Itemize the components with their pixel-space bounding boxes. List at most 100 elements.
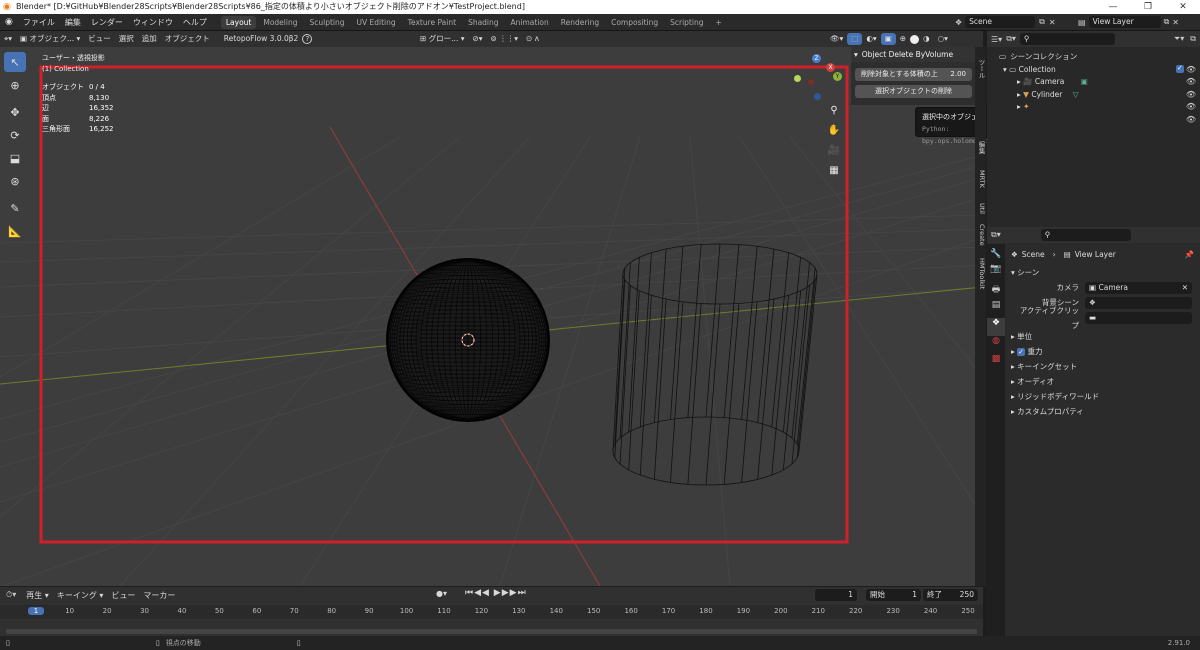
viewport-menu-select[interactable]: 選択 bbox=[115, 31, 138, 47]
current-frame-field[interactable]: 1 bbox=[815, 589, 857, 601]
scale-tool-icon[interactable]: ⬓ bbox=[4, 148, 26, 168]
shading-rendered-icon[interactable]: ○▾ bbox=[934, 31, 952, 47]
tab-texture-paint[interactable]: Texture Paint bbox=[403, 16, 461, 29]
camera-view-icon[interactable]: 🎥 bbox=[826, 145, 842, 165]
new-collection-icon[interactable]: ⧉ bbox=[1190, 34, 1196, 44]
scene-selector[interactable]: Scene bbox=[965, 16, 1036, 28]
timeline-menu-keying[interactable]: キーイング ▾ bbox=[57, 590, 104, 601]
eye-icon[interactable]: 👁 bbox=[1186, 89, 1196, 102]
move-tool-icon[interactable]: ✥ bbox=[4, 102, 26, 122]
timeline-ruler[interactable]: 1 10 20 30 40 50 60 70 80 90 100 110 120 130 140 150 160… bbox=[0, 605, 983, 619]
render-props-icon[interactable]: 📷 bbox=[987, 264, 1005, 282]
panel-collapse-icon[interactable]: ▾ bbox=[854, 50, 858, 59]
sidebar-tab-hmtoolkit[interactable]: HMToolkit bbox=[975, 253, 986, 295]
output-props-icon[interactable]: 🖶 bbox=[987, 282, 1005, 300]
rigid-body-panel-header[interactable]: ▸ リジッドボディワールド bbox=[987, 389, 1200, 404]
overlay-toggle-icon[interactable]: ◐▾ bbox=[862, 31, 880, 47]
audio-panel-header[interactable]: ▸ オーディオ bbox=[987, 374, 1200, 389]
outliner-search-input[interactable]: ⚲ bbox=[1019, 33, 1115, 45]
blender-menu-icon[interactable]: ◉ bbox=[0, 17, 18, 27]
timeline-scrollbar[interactable] bbox=[6, 629, 977, 634]
transform-orientation-selector[interactable]: ⊞ グロー... ▾ bbox=[416, 31, 468, 47]
view-layer-selector[interactable]: View Layer bbox=[1088, 16, 1161, 28]
maximize-button[interactable]: ❐ bbox=[1131, 0, 1165, 14]
texture-props-icon[interactable]: ▩ bbox=[987, 354, 1005, 372]
new-scene-icon[interactable]: ⧉ bbox=[1039, 17, 1045, 27]
world-props-icon[interactable]: ◍ bbox=[987, 336, 1005, 354]
pivot-icon[interactable]: ⊘▾ bbox=[468, 31, 486, 47]
viewport-menu-add[interactable]: 追加 bbox=[138, 31, 161, 47]
outliner-item-sphere[interactable]: 👁 bbox=[987, 114, 1200, 127]
delete-view-layer-icon[interactable]: ✕ bbox=[1172, 18, 1179, 27]
timeline-menu-view[interactable]: ビュー bbox=[111, 590, 135, 601]
properties-editor-icon[interactable]: ⧉▾ bbox=[991, 230, 1001, 240]
pin-icon[interactable]: 📌 bbox=[1185, 250, 1194, 259]
units-panel-header[interactable]: ▸ 単位 bbox=[987, 329, 1200, 344]
gizmo-y-axis[interactable]: Y bbox=[833, 72, 842, 81]
viewport-menu-object[interactable]: オブジェクト bbox=[161, 31, 214, 47]
gizmo-x-axis[interactable]: X bbox=[826, 63, 835, 72]
tab-animation[interactable]: Animation bbox=[506, 16, 554, 29]
menu-render[interactable]: レンダー bbox=[86, 14, 128, 31]
sidebar-tab-util[interactable]: Util bbox=[975, 197, 986, 219]
rotate-tool-icon[interactable]: ⟳ bbox=[4, 125, 26, 145]
measure-tool-icon[interactable]: 📐 bbox=[4, 221, 26, 241]
timeline-playhead[interactable]: 1 bbox=[28, 607, 44, 615]
eye-icon[interactable]: 👁 bbox=[1186, 64, 1196, 77]
volume-threshold-field[interactable]: 削除対象とする体積の上 2.00 bbox=[855, 68, 972, 81]
outliner-item-camera[interactable]: ▸ 🎥 Camera ▣ 👁 bbox=[987, 76, 1200, 89]
zoom-icon[interactable]: ⚲ bbox=[826, 105, 842, 125]
scene-panel-header[interactable]: ▾ シーン bbox=[987, 265, 1200, 280]
menu-edit[interactable]: 編集 bbox=[60, 14, 86, 31]
eye-icon[interactable]: 👁 bbox=[1186, 114, 1196, 127]
timeline-editor-icon[interactable]: ⏱▾ bbox=[6, 590, 16, 600]
outliner-item-light[interactable]: ▸ ✦ 👁 bbox=[987, 101, 1200, 114]
clear-icon[interactable]: ✕ bbox=[1182, 282, 1188, 294]
record-button[interactable]: ●▾ bbox=[436, 589, 447, 598]
new-view-layer-icon[interactable]: ⧉ bbox=[1164, 17, 1170, 27]
end-frame-field[interactable]: 終了 250 bbox=[923, 589, 978, 601]
playback-controls[interactable]: ⏮◀◀ ▶▶▶⏭ bbox=[465, 588, 527, 598]
background-scene-field[interactable]: ❖ bbox=[1085, 296, 1192, 309]
sphere-object[interactable] bbox=[386, 258, 550, 422]
eye-icon[interactable]: 👁 bbox=[1186, 76, 1196, 89]
viewport-menu-view[interactable]: ビュー bbox=[84, 31, 115, 47]
pan-hand-icon[interactable]: ✋ bbox=[826, 125, 842, 145]
menu-help[interactable]: ヘルプ bbox=[178, 14, 212, 31]
tab-modeling[interactable]: Modeling bbox=[258, 16, 302, 29]
shading-wireframe-icon[interactable]: ⊕ bbox=[896, 31, 910, 47]
sidebar-tab-tool[interactable]: ツール bbox=[975, 55, 986, 83]
help-icon[interactable]: ? bbox=[302, 34, 313, 44]
sidebar-tab-edit[interactable]: 編集 bbox=[975, 137, 986, 157]
eye-icon[interactable]: 👁 bbox=[1186, 101, 1196, 114]
3d-viewport[interactable]: ユーザー・透視投影 (1) Collection Z Y X ⚲ ✋ 🎥 ▦ bbox=[0, 47, 983, 586]
snap-icon[interactable]: ⊚ ⋮⋮▾ bbox=[487, 31, 522, 47]
navigation-gizmo[interactable]: Z Y X bbox=[794, 51, 846, 101]
delete-scene-icon[interactable]: ✕ bbox=[1049, 18, 1056, 27]
menu-file[interactable]: ファイル bbox=[18, 14, 60, 31]
tool-props-icon[interactable]: 🔧 bbox=[987, 244, 1005, 264]
tab-uv-editing[interactable]: UV Editing bbox=[352, 16, 401, 29]
expand-icon[interactable]: ▸ bbox=[1017, 77, 1021, 86]
tab-layout[interactable]: Layout bbox=[220, 15, 257, 29]
view-layer-props-icon[interactable]: ▤ bbox=[987, 300, 1005, 318]
tab-rendering[interactable]: Rendering bbox=[556, 16, 604, 29]
expand-icon[interactable]: ▸ bbox=[1017, 102, 1021, 111]
keying-sets-panel-header[interactable]: ▸ キーイングセット bbox=[987, 359, 1200, 374]
expand-icon[interactable]: ▾ bbox=[1003, 65, 1007, 74]
delete-selected-button[interactable]: 選択オブジェクトの削除 bbox=[855, 85, 972, 98]
exclude-checkbox[interactable] bbox=[1176, 62, 1184, 77]
cursor-tool-icon[interactable]: ⊕ bbox=[4, 75, 26, 95]
tab-compositing[interactable]: Compositing bbox=[606, 16, 663, 29]
timeline-menu-playback[interactable]: 再生 ▾ bbox=[26, 590, 49, 601]
gizmo-z-axis[interactable]: Z bbox=[812, 54, 821, 63]
active-clip-field[interactable]: ▬ bbox=[1085, 311, 1192, 324]
outliner-item-cylinder[interactable]: ▸ ▼ Cylinder ▽ 👁 bbox=[987, 89, 1200, 102]
close-button[interactable]: ✕ bbox=[1166, 0, 1200, 14]
scene-props-icon[interactable]: ❖ bbox=[987, 318, 1005, 336]
gizmo-toggle-icon[interactable]: ⬚ bbox=[847, 33, 863, 45]
gizmo-neg-z[interactable] bbox=[814, 93, 821, 100]
shading-solid-icon[interactable] bbox=[910, 34, 920, 44]
camera-field[interactable]: ▣ Camera ✕ bbox=[1085, 281, 1192, 294]
properties-search-input[interactable]: ⚲ bbox=[1040, 229, 1131, 241]
